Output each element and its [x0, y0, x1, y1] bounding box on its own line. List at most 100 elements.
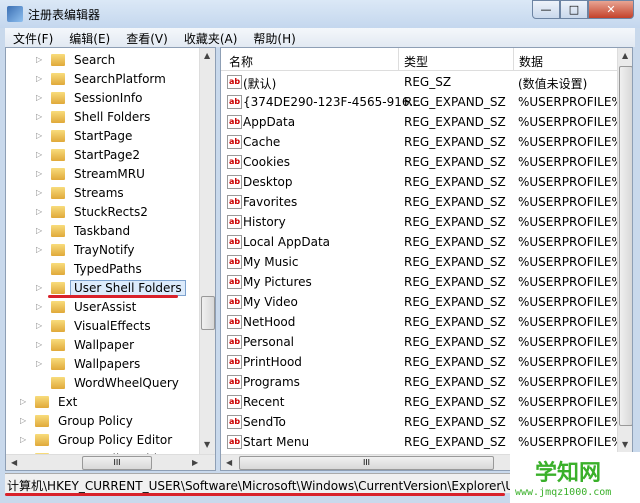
value-data: %USERPROFILE% [518, 195, 623, 209]
value-row[interactable]: ab PrintHood REG_EXPAND_SZ %USERPROFILE% [221, 352, 623, 372]
expand-arrow-icon[interactable]: ▷ [36, 93, 46, 102]
value-type: REG_EXPAND_SZ [404, 215, 506, 229]
value-row[interactable]: ab My Music REG_EXPAND_SZ %USERPROFILE% [221, 252, 623, 272]
expand-arrow-icon[interactable]: ▷ [36, 321, 46, 330]
string-value-icon: ab [227, 175, 242, 189]
tree-item[interactable]: ▷ Taskband [36, 221, 134, 240]
tree-item[interactable]: ▷ StreamMRU [36, 164, 149, 183]
value-row[interactable]: ab Recent REG_EXPAND_SZ %USERPROFILE% [221, 392, 623, 412]
close-button[interactable]: ✕ [588, 0, 634, 19]
minimize-button[interactable]: — [532, 0, 560, 19]
expand-arrow-icon[interactable]: ▷ [36, 150, 46, 159]
menu-file[interactable]: 文件(F) [5, 28, 61, 47]
tree-item[interactable]: ▷ VisualEffects [36, 316, 155, 335]
expand-arrow-icon[interactable]: ▷ [36, 359, 46, 368]
tree-item[interactable]: WordWheelQuery [36, 373, 183, 392]
tree-vertical-scrollbar[interactable]: ▲ ▼ [199, 48, 215, 454]
column-header-data[interactable]: 数据 [519, 53, 543, 70]
value-row[interactable]: ab Cookies REG_EXPAND_SZ %USERPROFILE% [221, 152, 623, 172]
value-row[interactable]: ab {374DE290-123F-4565-916... REG_EXPAND_S… [221, 92, 623, 112]
expand-arrow-icon[interactable]: ▷ [36, 74, 46, 83]
expand-arrow-icon[interactable]: ▷ [36, 245, 46, 254]
tree-item[interactable]: ▷ StartPage [36, 126, 136, 145]
value-row[interactable]: ab SendTo REG_EXPAND_SZ %USERPROFILE% [221, 412, 623, 432]
scroll-up-icon[interactable]: ▲ [622, 51, 628, 60]
scroll-up-icon[interactable]: ▲ [204, 51, 210, 60]
expand-arrow-icon[interactable]: ▷ [36, 169, 46, 178]
expand-arrow-icon[interactable]: ▷ [36, 283, 46, 292]
tree-item[interactable]: ▷ UserAssist [36, 297, 140, 316]
expand-arrow-icon[interactable]: ▷ [20, 435, 30, 444]
expand-arrow-icon[interactable]: ▷ [36, 55, 46, 64]
folder-icon [51, 357, 65, 370]
list-hscroll-thumb[interactable]: III [239, 456, 494, 470]
string-value-icon: ab [227, 95, 242, 109]
menu-view[interactable]: 查看(V) [118, 28, 176, 47]
tree-item[interactable]: ▷ TrayNotify [36, 240, 138, 259]
tree-item[interactable]: ▷ StuckRects2 [36, 202, 152, 221]
title-bar: 注册表编辑器 — □ ✕ [0, 0, 640, 28]
menu-favorites[interactable]: 收藏夹(A) [176, 28, 246, 47]
tree-item[interactable]: ▷ Wallpapers [36, 354, 144, 373]
value-row[interactable]: ab NetHood REG_EXPAND_SZ %USERPROFILE% [221, 312, 623, 332]
scroll-left-icon[interactable]: ◀ [226, 458, 232, 467]
list-vertical-scrollbar[interactable]: ▲ ▼ [617, 48, 632, 454]
value-name: My Music [243, 255, 299, 269]
values-list: 名称 类型 数据 ab Start Menu REG_EXPAND_SZ %USERP… [220, 47, 633, 471]
menu-help[interactable]: 帮助(H) [245, 28, 303, 47]
tree-item[interactable]: ▷ Streams [36, 183, 128, 202]
tree-item[interactable]: ▷ Group Policy [20, 411, 137, 430]
tree-item[interactable]: ▷ Wallpaper [36, 335, 138, 354]
tree-scroll-thumb[interactable] [201, 296, 215, 330]
tree-item[interactable]: ▷ SessionInfo [36, 88, 147, 107]
value-row[interactable]: ab My Video REG_EXPAND_SZ %USERPROFILE% [221, 292, 623, 312]
expand-arrow-icon[interactable]: ▷ [20, 397, 30, 406]
value-name: Cookies [243, 155, 290, 169]
string-value-icon: ab [227, 335, 242, 349]
tree-item-label: StuckRects2 [74, 204, 148, 219]
scroll-right-icon[interactable]: ▶ [192, 458, 198, 467]
tree-item[interactable]: ▷ SearchPlatform [36, 69, 170, 88]
registry-tree: ▷Group Policy Objects▷Group Policy Edito… [5, 47, 216, 471]
string-value-icon: ab [227, 355, 242, 369]
expand-arrow-icon[interactable]: ▷ [36, 340, 46, 349]
tree-hscroll-thumb[interactable]: III [82, 456, 152, 470]
value-row[interactable]: ab Local AppData REG_EXPAND_SZ %USERPROFILE… [221, 232, 623, 252]
value-data: (数值未设置) [518, 77, 588, 91]
tree-item[interactable]: ▷ Group Policy Editor [20, 430, 176, 449]
scroll-left-icon[interactable]: ◀ [11, 458, 17, 467]
menu-edit[interactable]: 编辑(E) [61, 28, 118, 47]
tree-item[interactable]: TypedPaths [36, 259, 146, 278]
value-type: REG_EXPAND_SZ [404, 155, 506, 169]
tree-item[interactable]: ▷ Shell Folders [36, 107, 154, 126]
tree-item[interactable]: ▷ Search [36, 50, 119, 69]
value-row[interactable]: ab History REG_EXPAND_SZ %USERPROFILE% [221, 212, 623, 232]
value-row[interactable]: ab Personal REG_EXPAND_SZ %USERPROFILE% [221, 332, 623, 352]
tree-item[interactable]: ▷ StartPage2 [36, 145, 144, 164]
expand-arrow-icon[interactable]: ▷ [36, 207, 46, 216]
column-header-type[interactable]: 类型 [404, 53, 428, 70]
value-row[interactable]: ab (默认) REG_SZ (数值未设置) [221, 72, 617, 92]
expand-arrow-icon[interactable]: ▷ [36, 302, 46, 311]
tree-item-label: SearchPlatform [74, 71, 166, 86]
expand-arrow-icon[interactable]: ▷ [36, 188, 46, 197]
maximize-button[interactable]: □ [560, 0, 588, 19]
value-row[interactable]: ab Start Menu REG_EXPAND_SZ %USERPROFILE% [221, 432, 623, 452]
tree-item[interactable]: ▷ Ext [20, 392, 81, 411]
tree-horizontal-scrollbar[interactable]: ◀ III ▶ [6, 454, 215, 470]
value-row[interactable]: ab My Pictures REG_EXPAND_SZ %USERPROFILE% [221, 272, 623, 292]
expand-arrow-icon[interactable]: ▷ [36, 112, 46, 121]
string-value-icon: ab [227, 315, 242, 329]
scroll-down-icon[interactable]: ▼ [622, 440, 628, 449]
expand-arrow-icon[interactable]: ▷ [20, 416, 30, 425]
expand-arrow-icon[interactable]: ▷ [36, 226, 46, 235]
value-row[interactable]: ab Favorites REG_EXPAND_SZ %USERPROFILE% [221, 192, 623, 212]
scroll-down-icon[interactable]: ▼ [204, 440, 210, 449]
value-row[interactable]: ab Programs REG_EXPAND_SZ %USERPROFILE% [221, 372, 623, 392]
expand-arrow-icon[interactable]: ▷ [36, 131, 46, 140]
value-row[interactable]: ab AppData REG_EXPAND_SZ %USERPROFILE% [221, 112, 623, 132]
list-scroll-thumb[interactable] [619, 66, 632, 426]
column-header-name[interactable]: 名称 [229, 53, 253, 70]
value-row[interactable]: ab Desktop REG_EXPAND_SZ %USERPROFILE% [221, 172, 623, 192]
value-row[interactable]: ab Cache REG_EXPAND_SZ %USERPROFILE% [221, 132, 623, 152]
